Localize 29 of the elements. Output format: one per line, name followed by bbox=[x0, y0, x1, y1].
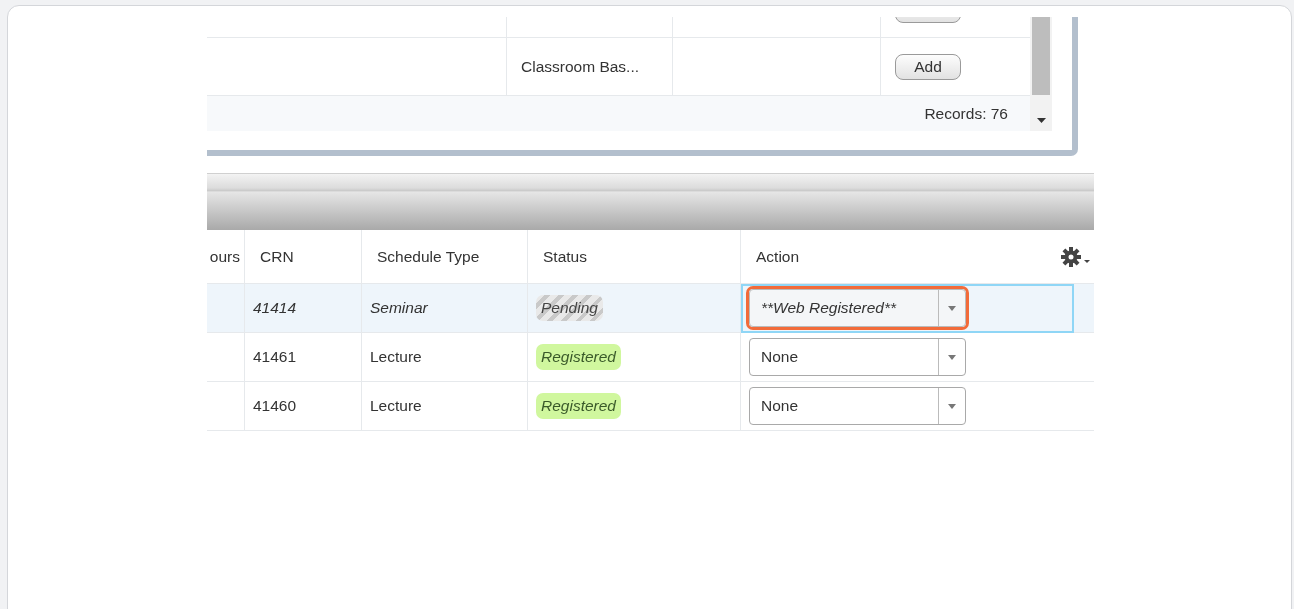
action-dropdown[interactable]: **Web Registered** bbox=[749, 289, 966, 327]
scrollbar[interactable] bbox=[1030, 17, 1052, 131]
status-badge: Registered bbox=[536, 344, 621, 370]
caret-icon bbox=[948, 305, 956, 311]
records-count: Records: 76 bbox=[924, 104, 1008, 123]
action-dropdown[interactable]: None bbox=[749, 387, 966, 425]
column-header[interactable]: Status bbox=[543, 247, 587, 266]
table-cell: Classroom Bas... bbox=[521, 57, 639, 76]
column-header[interactable]: CRN bbox=[260, 247, 294, 266]
table-row[interactable]: 41460 Lecture Registered None bbox=[207, 382, 1094, 431]
schedule-type-cell: Seminar bbox=[370, 299, 428, 317]
crn-cell: 41460 bbox=[253, 397, 297, 415]
table-row[interactable]: 41461 Lecture Registered None bbox=[207, 333, 1094, 382]
column-header[interactable]: Action bbox=[756, 247, 800, 266]
column-header[interactable]: ours bbox=[209, 247, 240, 266]
column-header[interactable]: Schedule Type bbox=[377, 247, 480, 266]
action-dropdown[interactable]: None bbox=[749, 338, 966, 376]
add-button[interactable]: Add bbox=[895, 53, 961, 80]
schedule-type-cell: Lecture bbox=[370, 397, 422, 415]
crn-cell: 41461 bbox=[253, 348, 297, 366]
caret-icon bbox=[948, 403, 956, 409]
status-badge: Registered bbox=[536, 393, 621, 419]
scroll-down-icon[interactable] bbox=[1036, 118, 1046, 123]
table-row[interactable]: 41414 Seminar Pending **Web Registered** bbox=[207, 284, 1094, 333]
caret-icon bbox=[948, 354, 956, 360]
gear-icon[interactable] bbox=[1060, 245, 1090, 268]
crn-cell: 41414 bbox=[253, 299, 297, 317]
status-badge: Pending bbox=[536, 295, 603, 321]
schedule-type-cell: Lecture bbox=[370, 348, 422, 366]
